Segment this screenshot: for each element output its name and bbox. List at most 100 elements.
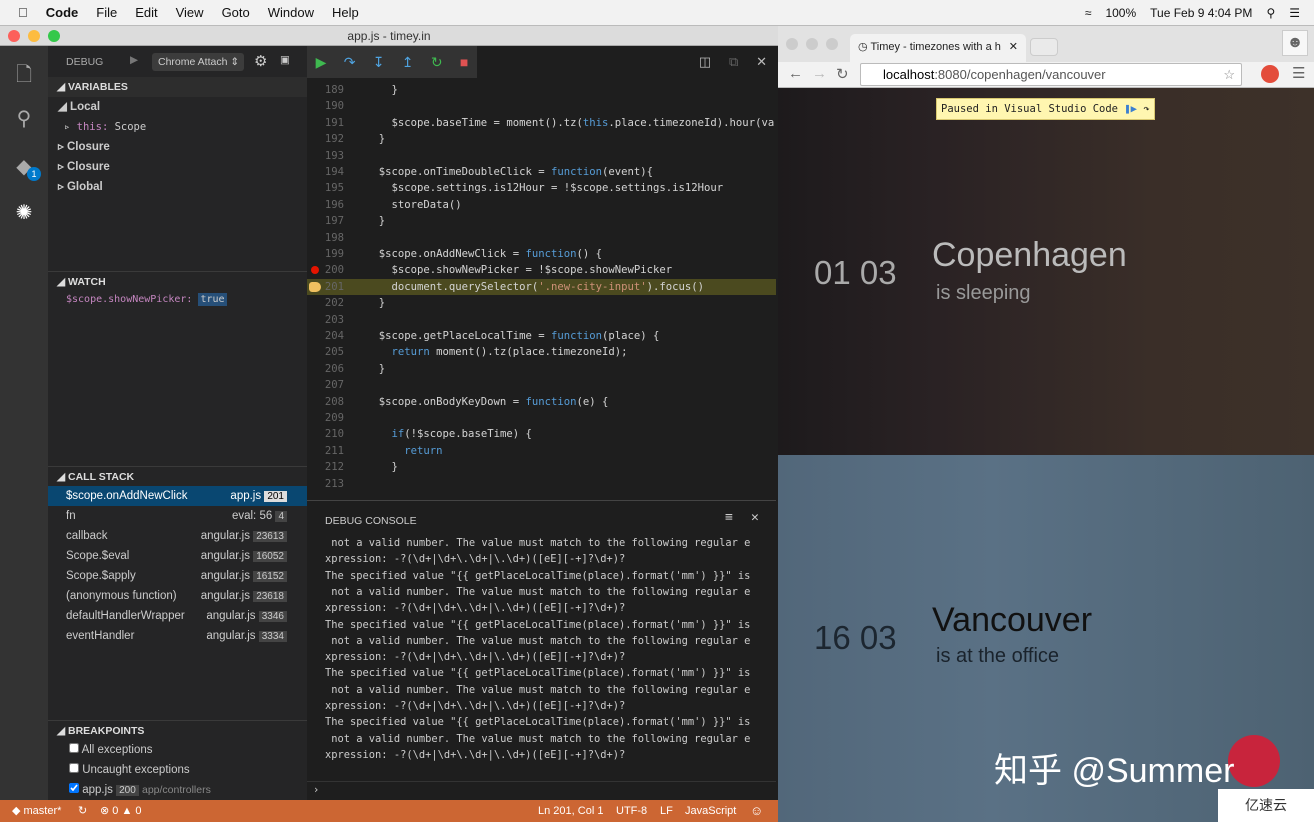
call-stack-frame[interactable]: callback angular.js 23613	[48, 526, 307, 546]
call-stack-frame[interactable]: $scope.onAddNewClick app.js 201	[48, 486, 307, 506]
code-line[interactable]: 213	[307, 476, 776, 492]
menu-edit[interactable]: Edit	[135, 5, 157, 20]
start-debug-icon[interactable]: ▶	[130, 54, 138, 66]
code-line[interactable]: 203	[307, 312, 776, 328]
call-stack-frame[interactable]: Scope.$apply angular.js 16152	[48, 566, 307, 586]
debug-config-select[interactable]: Chrome Attach ⇕	[152, 53, 244, 71]
step-over-icon[interactable]: ↷	[344, 54, 356, 71]
scope-local[interactable]: ◢ Local	[48, 97, 307, 117]
close-window-button[interactable]	[8, 30, 20, 42]
minimize-window-button[interactable]	[806, 38, 818, 50]
close-window-button[interactable]	[786, 38, 798, 50]
call-stack-frame[interactable]: (anonymous function) angular.js 23618	[48, 586, 307, 606]
clear-console-icon[interactable]: ≡	[725, 510, 733, 525]
code-line[interactable]: 194 $scope.onTimeDoubleClick = function(…	[307, 164, 776, 180]
open-changes-icon[interactable]: ⧉	[729, 54, 738, 70]
code-line[interactable]: 193	[307, 148, 776, 164]
code-line[interactable]: 197 }	[307, 213, 776, 229]
cursor-position[interactable]: Ln 201, Col 1	[538, 800, 603, 822]
breakpoint-file[interactable]: app.js 200 app/controllers	[48, 780, 307, 800]
code-line[interactable]: 209	[307, 410, 776, 426]
checkbox[interactable]	[69, 743, 79, 753]
code-line[interactable]: 198	[307, 230, 776, 246]
callstack-header[interactable]: ◢ CALL STACK	[48, 466, 307, 486]
city-time[interactable]: 16 03	[814, 619, 897, 657]
code-line[interactable]: 191 $scope.baseTime = moment().tz(this.p…	[307, 115, 776, 131]
spotlight-icon[interactable]: ⚲	[1266, 6, 1275, 20]
forward-icon[interactable]: →	[812, 65, 827, 82]
code-line[interactable]: 204 $scope.getPlaceLocalTime = function(…	[307, 328, 776, 344]
chrome-menu-icon[interactable]: ☰	[1292, 64, 1305, 82]
minimize-window-button[interactable]	[28, 30, 40, 42]
extension-icon[interactable]	[1261, 65, 1279, 83]
close-panel-icon[interactable]: ✕	[751, 510, 759, 525]
call-stack-frame[interactable]: fn eval: 56 4	[48, 506, 307, 526]
code-editor[interactable]: 189 } 190 191 $scope.baseTime = moment().t…	[307, 78, 776, 498]
variables-header[interactable]: ◢ VARIABLES	[48, 77, 307, 97]
code-line[interactable]: 208 $scope.onBodyKeyDown = function(e) {	[307, 394, 776, 410]
console-input[interactable]: ›	[313, 784, 319, 796]
add-city-button[interactable]	[1228, 735, 1280, 787]
feedback-smiley-icon[interactable]: ☺	[750, 800, 763, 822]
browser-tab[interactable]: ◷ Timey - timezones with a h ✕	[850, 34, 1026, 62]
close-editor-icon[interactable]: ✕	[756, 54, 767, 70]
code-line[interactable]: 200 $scope.showNewPicker = !$scope.showN…	[307, 262, 776, 278]
step-over-icon[interactable]: ↷	[1143, 103, 1149, 115]
menu-view[interactable]: View	[176, 5, 204, 20]
close-tab-icon[interactable]: ✕	[1009, 34, 1018, 60]
menu-app[interactable]: Code	[46, 5, 79, 20]
wifi-icon[interactable]: ≈	[1085, 6, 1092, 20]
checkbox[interactable]	[69, 783, 79, 793]
menu-goto[interactable]: Goto	[222, 5, 250, 20]
variable-this[interactable]: ▹ this: Scope	[48, 117, 307, 137]
step-into-icon[interactable]: ↧	[373, 54, 385, 71]
battery-text[interactable]: 100%	[1105, 6, 1136, 20]
step-out-icon[interactable]: ↥	[402, 54, 414, 71]
profile-icon[interactable]: ☻	[1282, 30, 1308, 56]
zoom-window-button[interactable]	[48, 30, 60, 42]
debug-icon[interactable]: ✺	[12, 200, 36, 224]
split-editor-icon[interactable]: ◫	[699, 54, 711, 70]
language-mode[interactable]: JavaScript	[685, 800, 736, 822]
checkbox[interactable]	[69, 763, 79, 773]
new-tab-button[interactable]	[1030, 38, 1058, 56]
code-line[interactable]: 199 $scope.onAddNewClick = function() {	[307, 246, 776, 262]
apple-icon[interactable]: 	[18, 5, 28, 20]
code-line[interactable]: 189 }	[307, 82, 776, 98]
code-line[interactable]: 202 }	[307, 295, 776, 311]
scope-closure[interactable]: ▹ Closure	[48, 137, 307, 157]
city-time[interactable]: 01 03	[814, 254, 897, 292]
scope-closure[interactable]: ▹ Closure	[48, 157, 307, 177]
stop-icon[interactable]: ■	[460, 54, 468, 70]
bookmark-star-icon[interactable]: ☆	[1223, 64, 1235, 85]
breakpoint-uncaught-exceptions[interactable]: Uncaught exceptions	[48, 760, 307, 780]
code-line[interactable]: 210 if(!$scope.baseTime) {	[307, 426, 776, 442]
notifications-icon[interactable]: ☰	[1289, 6, 1300, 20]
gear-icon[interactable]: ⚙	[254, 52, 267, 70]
git-branch[interactable]: ◆ master*	[12, 800, 61, 822]
city-panel-copenhagen[interactable]: Paused in Visual Studio Code ❚▶ ↷ 01 03 …	[778, 88, 1314, 455]
call-stack-frame[interactable]: defaultHandlerWrapper angular.js 3346	[48, 606, 307, 626]
code-line[interactable]: 212 }	[307, 459, 776, 475]
continue-icon[interactable]: ▶	[316, 54, 327, 71]
sync-icon[interactable]: ↻	[78, 800, 87, 822]
code-line[interactable]: 196 storeData()	[307, 197, 776, 213]
console-icon[interactable]: ▣	[280, 54, 290, 66]
line-ending[interactable]: LF	[660, 800, 673, 822]
restart-icon[interactable]: ↻	[431, 54, 443, 71]
code-line[interactable]: 207	[307, 377, 776, 393]
city-panel-vancouver[interactable]: 16 03 Vancouver is at the office 知乎 @Sum…	[778, 455, 1314, 822]
code-line[interactable]: 195 $scope.settings.is12Hour = !$scope.s…	[307, 180, 776, 196]
problems[interactable]: ⊗ 0 ▲ 0	[100, 800, 142, 822]
encoding[interactable]: UTF-8	[616, 800, 647, 822]
back-icon[interactable]: ←	[788, 65, 803, 82]
explorer-icon[interactable]: 🗋	[12, 60, 36, 86]
menu-help[interactable]: Help	[332, 5, 359, 20]
code-line[interactable]: 211 return	[307, 443, 776, 459]
code-line[interactable]: 190	[307, 98, 776, 114]
scope-global[interactable]: ▹ Global	[48, 177, 307, 197]
code-line[interactable]: 201 document.querySelector('.new-city-in…	[307, 278, 776, 296]
menu-file[interactable]: File	[96, 5, 117, 20]
zoom-window-button[interactable]	[826, 38, 838, 50]
call-stack-frame[interactable]: eventHandler angular.js 3334	[48, 626, 307, 646]
